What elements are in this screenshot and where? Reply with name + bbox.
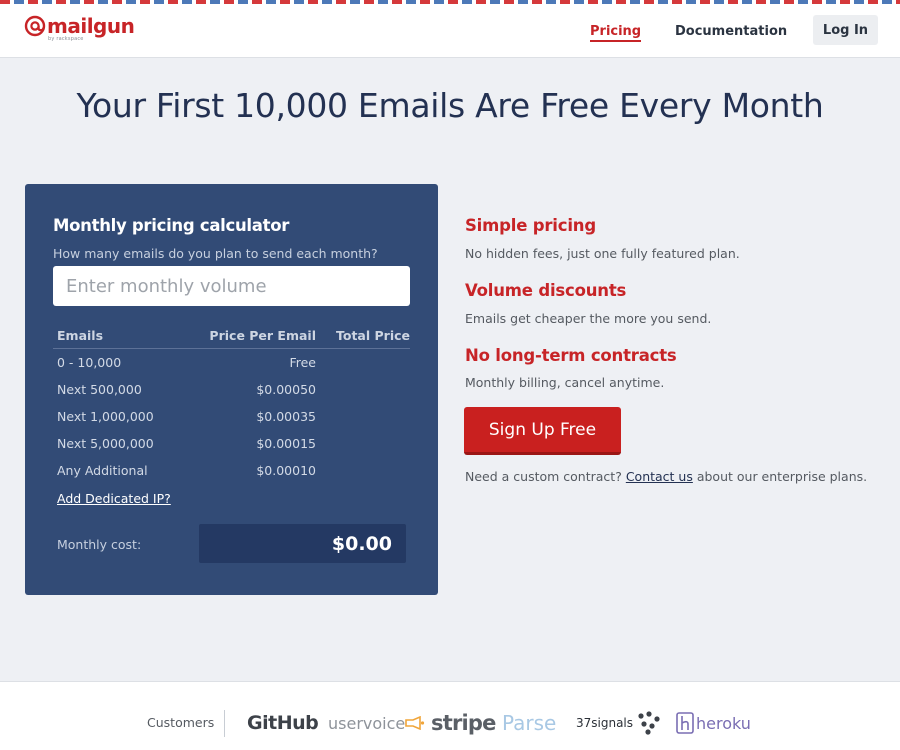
calculator-subtitle: How many emails do you plan to send each… xyxy=(53,246,378,261)
contact-us-link[interactable]: Contact us xyxy=(626,469,693,484)
active-nav-underline xyxy=(590,40,642,42)
sign-up-free-button[interactable]: Sign Up Free xyxy=(464,407,621,455)
row-price: $0.00010 xyxy=(256,463,316,478)
monthly-cost-value: $0.00 xyxy=(199,524,406,563)
feature-text-no-contracts: Monthly billing, cancel anytime. xyxy=(465,375,665,390)
pricing-table: Emails Price Per Email Total Price 0 - 1… xyxy=(53,326,410,484)
row-price: $0.00050 xyxy=(256,382,316,397)
nav-documentation[interactable]: Documentation xyxy=(675,24,787,39)
column-header-total-price: Total Price xyxy=(336,328,410,343)
megaphone-icon xyxy=(405,716,425,730)
nav-pricing[interactable]: Pricing xyxy=(590,24,641,39)
parse-logo: Parse xyxy=(502,711,557,735)
at-sign-icon xyxy=(24,15,46,37)
nav-pricing-wrap: Pricing xyxy=(590,4,642,58)
37signals-wordmark: 37signals xyxy=(576,716,634,730)
heroku-wordmark: heroku xyxy=(696,713,751,733)
logo-wordmark: mailgun xyxy=(47,14,135,38)
github-logo: GitHub xyxy=(247,712,319,734)
feature-text-volume-discounts: Emails get cheaper the more you send. xyxy=(465,311,712,326)
footer-divider xyxy=(224,710,225,737)
row-emails: Next 5,000,000 xyxy=(57,436,154,451)
row-price: $0.00015 xyxy=(256,436,316,451)
mailgun-logo[interactable]: mailgun by rackspace xyxy=(24,14,135,47)
nav-documentation-wrap: Documentation xyxy=(675,4,787,58)
table-row: Next 5,000,000 $0.00015 xyxy=(53,430,410,457)
row-price: Free xyxy=(289,355,316,370)
pricing-table-header: Emails Price Per Email Total Price xyxy=(53,326,410,349)
uservoice-logo: uservoice xyxy=(328,709,425,737)
contract-prefix: Need a custom contract? xyxy=(465,469,626,484)
customers-footer: Customers GitHub uservoice stripe Parse … xyxy=(0,681,900,750)
feature-title-no-contracts: No long-term contracts xyxy=(465,346,677,365)
pricing-calculator: Monthly pricing calculator How many emai… xyxy=(25,184,438,595)
contract-suffix: about our enterprise plans. xyxy=(692,469,868,484)
stripe-logo: stripe xyxy=(431,711,496,735)
row-emails: Next 500,000 xyxy=(57,382,142,397)
monthly-cost-label: Monthly cost: xyxy=(57,537,142,552)
site-header: mailgun by rackspace Pricing Documentati… xyxy=(0,4,900,58)
feature-title-simple-pricing: Simple pricing xyxy=(465,216,596,235)
heroku-icon xyxy=(676,712,694,734)
custom-contract-text: Need a custom contract? Contact us about… xyxy=(465,469,867,484)
table-row: Any Additional $0.00010 xyxy=(53,457,410,484)
row-price: $0.00035 xyxy=(256,409,316,424)
logo-subtitle: by rackspace xyxy=(48,36,84,42)
37signals-logo: 37signals xyxy=(576,709,661,737)
column-header-emails: Emails xyxy=(57,328,104,343)
37signals-mark-icon xyxy=(638,711,660,735)
feature-title-volume-discounts: Volume discounts xyxy=(465,281,627,300)
add-dedicated-ip-link[interactable]: Add Dedicated IP? xyxy=(57,491,171,506)
uservoice-wordmark: uservoice xyxy=(328,713,406,733)
row-emails: Any Additional xyxy=(57,463,148,478)
row-emails: 0 - 10,000 xyxy=(57,355,122,370)
login-button[interactable]: Log In xyxy=(813,15,878,45)
row-emails: Next 1,000,000 xyxy=(57,409,154,424)
table-row: 0 - 10,000 Free xyxy=(53,349,410,376)
monthly-volume-input[interactable] xyxy=(53,266,410,306)
customers-label: Customers xyxy=(147,715,215,730)
table-row: Next 1,000,000 $0.00035 xyxy=(53,403,410,430)
column-header-price-per-email: Price Per Email xyxy=(209,328,316,343)
heroku-logo: heroku xyxy=(676,709,751,737)
page-title: Your First 10,000 Emails Are Free Every … xyxy=(76,86,824,125)
calculator-title: Monthly pricing calculator xyxy=(53,216,290,235)
feature-text-simple-pricing: No hidden fees, just one fully featured … xyxy=(465,246,740,261)
table-row: Next 500,000 $0.00050 xyxy=(53,376,410,403)
